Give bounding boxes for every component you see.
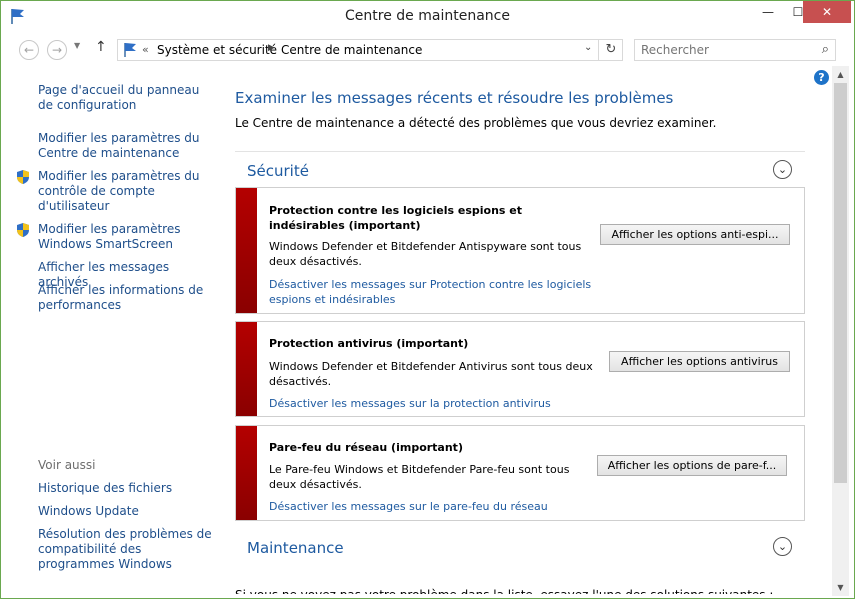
- scroll-thumb[interactable]: [834, 83, 847, 483]
- section-maintenance-label: Maintenance: [247, 539, 344, 557]
- alert-disable-link[interactable]: Désactiver les messages sur Protection c…: [269, 277, 599, 307]
- alert-title: Protection antivirus (important): [269, 337, 469, 350]
- vertical-scrollbar[interactable]: ▲ ▼: [832, 66, 849, 596]
- sidebar-link-performance-info[interactable]: Afficher les informations de performance…: [38, 283, 218, 313]
- up-button[interactable]: ↑: [95, 39, 107, 55]
- refresh-button[interactable]: ↻: [598, 40, 623, 60]
- alert-description: Le Pare-feu Windows et Bitdefender Pare-…: [269, 463, 570, 491]
- chevron-down-icon[interactable]: ⌄: [773, 160, 792, 179]
- sidebar-link-windows-update[interactable]: Windows Update: [38, 504, 218, 519]
- page-title: Examiner les messages récents et résoudr…: [235, 89, 674, 107]
- search-icon[interactable]: ⌕: [822, 42, 829, 57]
- show-antivirus-options-button[interactable]: Afficher les options antivirus: [609, 351, 790, 372]
- breadcrumb-overflow-icon[interactable]: «: [142, 43, 149, 56]
- sidebar-link-file-history[interactable]: Historique des fichiers: [38, 481, 218, 496]
- main-content: Examiner les messages récents et résoudr…: [235, 66, 815, 596]
- search-input[interactable]: [641, 43, 811, 57]
- title-bar[interactable]: Centre de maintenance — ☐ ✕: [1, 1, 854, 32]
- sidebar: Page d'accueil du panneau de configurati…: [1, 66, 221, 596]
- chevron-down-icon[interactable]: ⌄: [773, 537, 792, 556]
- scroll-up-button[interactable]: ▲: [832, 66, 849, 83]
- help-icon[interactable]: ?: [814, 70, 829, 85]
- sidebar-link-smartscreen-settings[interactable]: Modifier les paramètres Windows SmartScr…: [38, 222, 218, 252]
- breadcrumb-item-action-center[interactable]: Centre de maintenance: [281, 43, 422, 57]
- breadcrumb-item-system-security[interactable]: Système et sécurité: [157, 43, 277, 57]
- uac-shield-icon: [17, 223, 29, 237]
- window-title: Centre de maintenance: [345, 8, 510, 24]
- see-also-heading: Voir aussi: [38, 458, 96, 472]
- alert-title: Pare-feu du réseau (important): [269, 441, 463, 454]
- show-firewall-options-button[interactable]: Afficher les options de pare-f...: [597, 455, 787, 476]
- chevron-right-icon[interactable]: ▶: [268, 43, 275, 53]
- back-button[interactable]: ←: [19, 40, 39, 60]
- section-maintenance-header[interactable]: Maintenance ⌄: [235, 529, 805, 566]
- show-antispyware-options-button[interactable]: Afficher les options anti-espi...: [600, 224, 790, 245]
- scroll-down-button[interactable]: ▼: [832, 579, 849, 596]
- alert-disable-link[interactable]: Désactiver les messages sur la protectio…: [269, 396, 599, 411]
- sidebar-link-compat-troubleshooter[interactable]: Résolution des problèmes de compatibilit…: [38, 527, 218, 572]
- sidebar-link-home[interactable]: Page d'accueil du panneau de configurati…: [38, 83, 218, 113]
- alert-spyware: Protection contre les logiciels espions …: [235, 187, 805, 314]
- uac-shield-icon: [17, 170, 29, 184]
- alert-description: Windows Defender et Bitdefender Antispyw…: [269, 240, 582, 268]
- close-button[interactable]: ✕: [803, 1, 851, 23]
- forward-button[interactable]: →: [47, 40, 67, 60]
- alert-disable-link[interactable]: Désactiver les messages sur le pare-feu …: [269, 499, 599, 514]
- severity-stripe: [236, 322, 257, 416]
- alert-antivirus: Protection antivirus (important) Windows…: [235, 321, 805, 417]
- page-subtitle: Le Centre de maintenance a détecté des p…: [235, 116, 717, 130]
- control-panel-window: Centre de maintenance — ☐ ✕ ← → ▼ ↑ « Sy…: [0, 0, 855, 599]
- action-center-flag-icon: [124, 43, 136, 57]
- address-dropdown-icon[interactable]: ⌄: [584, 42, 592, 53]
- severity-stripe: [236, 188, 257, 313]
- recent-locations-dropdown[interactable]: ▼: [74, 41, 80, 50]
- section-security-label: Sécurité: [247, 162, 309, 180]
- troubleshoot-hint: Si vous ne voyez pas votre problème dans…: [235, 584, 795, 594]
- sidebar-link-uac-settings[interactable]: Modifier les paramètres du contrôle de c…: [38, 169, 218, 214]
- address-bar: ← → ▼ ↑ « Système et sécurité ▶ Centre d…: [1, 32, 854, 66]
- minimize-button[interactable]: —: [753, 1, 783, 23]
- section-security-header[interactable]: Sécurité ⌄: [235, 151, 805, 188]
- search-box: ⌕: [634, 39, 836, 61]
- severity-stripe: [236, 426, 257, 520]
- alert-firewall: Pare-feu du réseau (important) Le Pare-f…: [235, 425, 805, 521]
- sidebar-link-action-center-settings[interactable]: Modifier les paramètres du Centre de mai…: [38, 131, 218, 161]
- alert-title: Protection contre les logiciels espions …: [269, 204, 523, 232]
- alert-description: Windows Defender et Bitdefender Antiviru…: [269, 360, 593, 388]
- breadcrumb[interactable]: « Système et sécurité ▶ Centre de mainte…: [117, 39, 623, 61]
